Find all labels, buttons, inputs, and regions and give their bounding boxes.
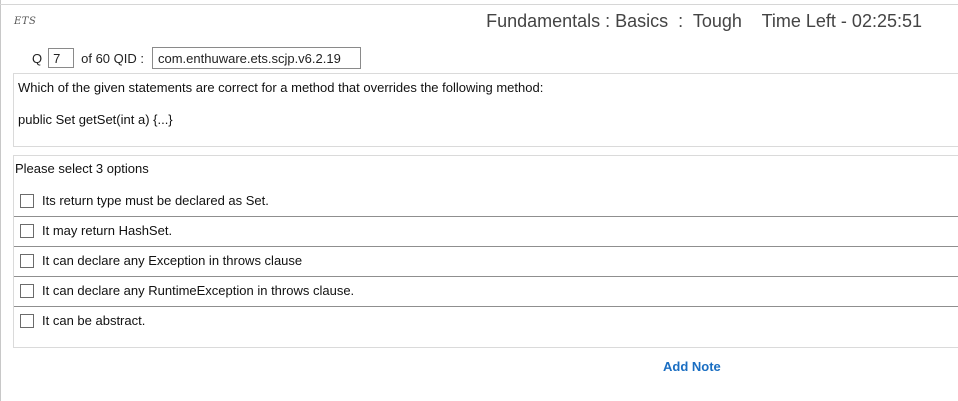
option-label: Its return type must be declared as Set.	[42, 193, 269, 208]
question-count-label: of 60 QID :	[81, 50, 144, 66]
option-label: It can be abstract.	[42, 313, 146, 328]
options-panel: Please select 3 options Its return type …	[13, 155, 958, 348]
question-text: Which of the given statements are correc…	[18, 80, 544, 95]
option-label: It can declare any RuntimeException in t…	[42, 283, 355, 298]
option-checkbox[interactable]	[20, 194, 34, 208]
add-note-link[interactable]: Add Note	[663, 359, 721, 374]
exam-title-timer: Fundamentals : Basics : Tough Time Left …	[486, 11, 922, 31]
option-label: It can declare any Exception in throws c…	[42, 253, 303, 268]
window-left-border	[0, 0, 1, 401]
question-label: Q	[32, 50, 43, 66]
select-hint: Please select 3 options	[15, 161, 149, 176]
option-checkbox[interactable]	[20, 284, 34, 298]
app-logo: ETS	[14, 16, 37, 27]
question-number-input[interactable]	[48, 48, 75, 68]
option-3[interactable]: It can declare any Exception in throws c…	[14, 248, 958, 277]
option-checkbox[interactable]	[20, 224, 34, 238]
window-top-border	[0, 4, 958, 5]
option-5[interactable]: It can be abstract.	[14, 308, 958, 337]
option-checkbox[interactable]	[20, 254, 34, 268]
question-bar: Q of 60 QID :	[32, 46, 361, 70]
option-1[interactable]: Its return type must be declared as Set.	[14, 188, 958, 217]
question-panel: Which of the given statements are correc…	[13, 73, 958, 147]
qid-field[interactable]	[152, 47, 361, 69]
option-2[interactable]: It may return HashSet.	[14, 218, 958, 247]
option-label: It may return HashSet.	[42, 223, 173, 238]
option-4[interactable]: It can declare any RuntimeException in t…	[14, 278, 958, 307]
question-code: public Set getSet(int a) {...}	[18, 112, 173, 127]
option-checkbox[interactable]	[20, 314, 34, 328]
